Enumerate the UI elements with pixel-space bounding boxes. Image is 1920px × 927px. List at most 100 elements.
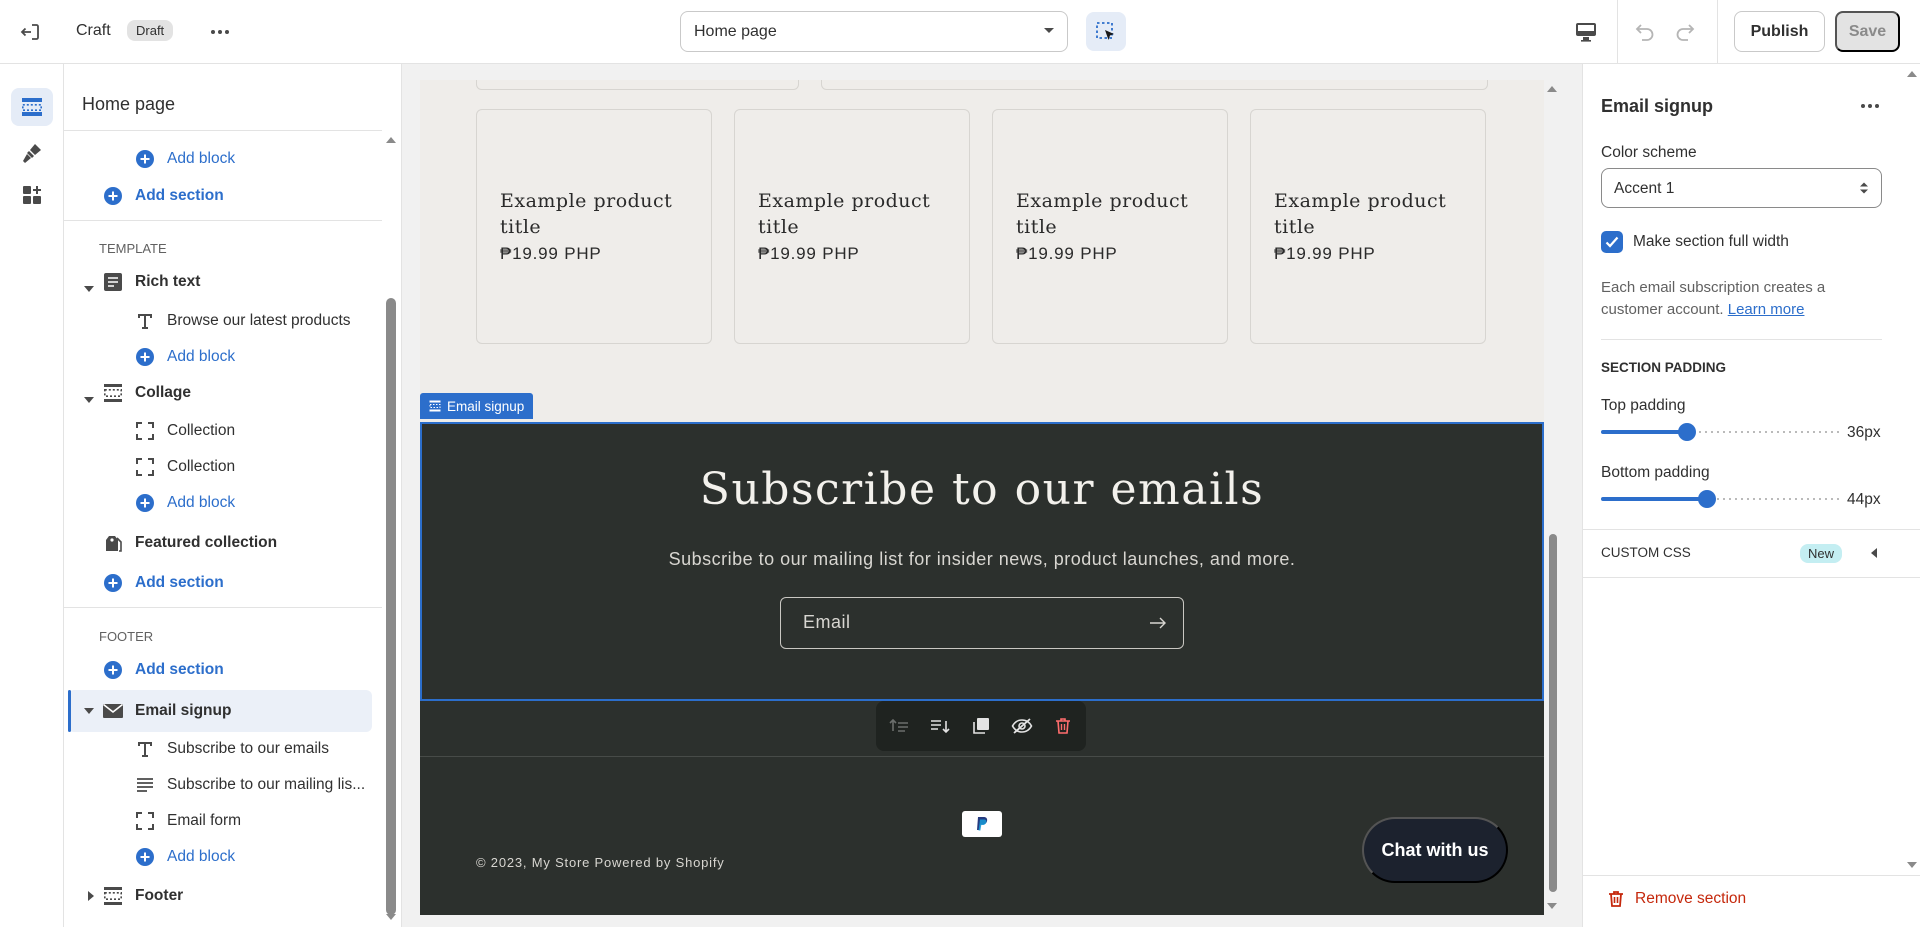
sidebar-item-rich-text[interactable]: Rich text	[102, 265, 200, 299]
caret-down-icon[interactable]	[82, 704, 96, 718]
hide-eye-icon[interactable]	[1009, 713, 1036, 740]
slider-handle[interactable]	[1678, 423, 1696, 441]
page-selector[interactable]: Home page	[680, 11, 1068, 52]
email-signup-section[interactable]: Subscribe to our emails Subscribe to our…	[420, 422, 1544, 701]
page-selector-label: Home page	[694, 23, 777, 40]
email-input[interactable]: Email	[780, 597, 1184, 649]
plus-circle-icon	[134, 492, 156, 514]
bottom-padding-label: Bottom padding	[1601, 464, 1710, 481]
more-actions-icon[interactable]	[204, 18, 236, 46]
previous-row-cards	[476, 80, 1488, 90]
section-floating-toolbar	[876, 701, 1086, 751]
move-up-icon[interactable]	[886, 713, 913, 740]
sidebar-item-rich-text-block[interactable]: Browse our latest products	[134, 304, 351, 338]
full-width-checkbox[interactable]	[1601, 231, 1623, 253]
status-badge: Draft	[127, 20, 174, 41]
plus-circle-icon	[134, 846, 156, 868]
add-block-button[interactable]: Add block	[134, 840, 235, 874]
add-section-button[interactable]: Add section	[102, 566, 224, 600]
sidebar-item-label: Collection	[167, 422, 236, 439]
plus-circle-icon	[102, 659, 124, 681]
desktop-preview-icon[interactable]	[1570, 18, 1602, 46]
section-icon	[429, 400, 441, 412]
top-padding-slider[interactable]	[1601, 422, 1841, 442]
product-title: Example product title	[500, 190, 673, 238]
slider-handle[interactable]	[1698, 490, 1716, 508]
plus-circle-icon	[102, 572, 124, 594]
chevron-down-icon	[1043, 27, 1055, 35]
learn-more-link[interactable]: Learn more	[1728, 301, 1805, 318]
slider-fill	[1601, 430, 1687, 434]
product-card[interactable]: Example product title ₱19.99 PHP	[992, 109, 1228, 344]
product-price: ₱19.99 PHP	[758, 244, 860, 263]
theme-settings-brush-icon[interactable]	[11, 134, 53, 172]
caret-left-icon[interactable]	[1871, 548, 1877, 558]
tag-collection-icon	[102, 532, 124, 554]
sections-icon[interactable]	[11, 88, 53, 126]
trash-icon	[1609, 891, 1623, 907]
section-tag-label: Email signup	[447, 398, 525, 414]
new-badge: New	[1800, 544, 1843, 563]
more-actions-icon[interactable]	[1855, 92, 1885, 120]
sidebar-item-email-signup[interactable]: Email signup	[102, 694, 231, 728]
exit-icon[interactable]	[16, 18, 44, 46]
redo-icon[interactable]	[1670, 18, 1700, 46]
chat-button[interactable]: Chat with us	[1362, 817, 1508, 883]
help-text: Each email subscription creates a custom…	[1601, 277, 1885, 321]
sidebar-item-collection-block[interactable]: Collection	[134, 450, 235, 484]
footer-section[interactable]: © 2023, My Store Powered by Shopify Chat…	[420, 701, 1544, 915]
delete-trash-icon[interactable]	[1050, 713, 1077, 740]
move-down-icon[interactable]	[927, 713, 954, 740]
sidebar-item-footer[interactable]: Footer	[102, 879, 183, 913]
add-section-button[interactable]: Add section	[102, 653, 224, 687]
caret-down-icon[interactable]	[82, 393, 96, 407]
add-block-label: Add block	[167, 494, 236, 511]
custom-css-toggle[interactable]: CUSTOM CSS	[1601, 545, 1691, 560]
bottom-padding-slider[interactable]	[1601, 489, 1841, 509]
add-block-button[interactable]: Add block	[134, 340, 235, 374]
block-frame-icon	[134, 456, 156, 478]
sidebar-item-heading-block[interactable]: Subscribe to our emails	[134, 732, 329, 766]
sidebar-item-featured-collection[interactable]: Featured collection	[102, 526, 277, 560]
publish-button[interactable]: Publish	[1734, 11, 1825, 52]
section-padding-heading: SECTION PADDING	[1601, 360, 1727, 375]
add-block-button[interactable]: Add block	[134, 142, 235, 176]
add-section-label: Add section	[135, 661, 224, 678]
plus-circle-icon	[134, 346, 156, 368]
add-section-button[interactable]: Add section	[102, 179, 224, 213]
left-rail	[0, 64, 64, 927]
sidebar-item-label: Email form	[167, 812, 242, 829]
product-card[interactable]: Example product title ₱19.99 PHP	[476, 109, 712, 344]
section-tag[interactable]: Email signup	[420, 393, 534, 419]
bottom-padding-value: 44px	[1847, 491, 1881, 508]
sidebar-item-label: Rich text	[135, 273, 201, 290]
sidebar-item-label: Email signup	[135, 702, 232, 719]
sidebar-scroll-thumb[interactable]	[386, 298, 396, 915]
color-scheme-select[interactable]: Accent 1	[1601, 168, 1882, 208]
duplicate-icon[interactable]	[968, 713, 995, 740]
sidebar-title: Home page	[82, 94, 176, 114]
save-button[interactable]: Save	[1835, 11, 1900, 52]
block-frame-icon	[134, 810, 156, 832]
sidebar-item-label: Collage	[135, 384, 191, 401]
preview-scroll-thumb[interactable]	[1549, 534, 1557, 892]
caret-down-icon[interactable]	[82, 282, 96, 296]
sidebar-item-collage[interactable]: Collage	[102, 376, 191, 410]
plus-circle-icon	[102, 185, 124, 207]
sidebar-item-collection-block[interactable]: Collection	[134, 414, 235, 448]
remove-section-button[interactable]: Remove section	[1607, 890, 1746, 908]
apps-icon[interactable]	[11, 176, 53, 214]
sidebar-item-label: Footer	[135, 887, 184, 904]
select-arrows-icon	[1859, 181, 1869, 195]
add-block-button[interactable]: Add block	[134, 486, 235, 520]
sidebar-item-email-form-block[interactable]: Email form	[134, 804, 241, 838]
inspector-toggle-icon[interactable]	[1086, 12, 1126, 51]
product-card[interactable]: Example product title ₱19.99 PHP	[1250, 109, 1486, 344]
product-card[interactable]: Example product title ₱19.99 PHP	[734, 109, 970, 344]
settings-scrollbar[interactable]	[1905, 64, 1919, 875]
caret-right-icon[interactable]	[84, 889, 98, 903]
email-placeholder: Email	[803, 612, 851, 632]
undo-icon[interactable]	[1630, 18, 1660, 46]
sidebar-item-paragraph-block[interactable]: Subscribe to our mailing lis...	[134, 768, 365, 802]
arrow-right-icon[interactable]	[1149, 616, 1167, 630]
